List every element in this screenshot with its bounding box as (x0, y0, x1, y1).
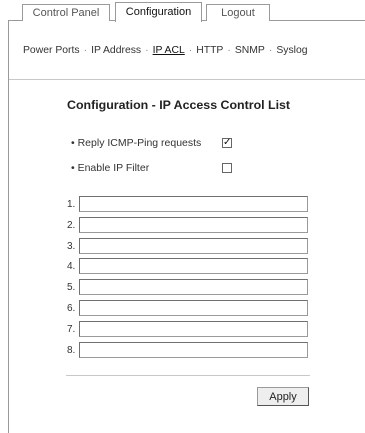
page-title: Configuration - IP Access Control List (67, 98, 291, 112)
enable-ip-filter-label: • Enable IP Filter (71, 162, 150, 174)
nav-syslog[interactable]: Syslog (276, 45, 307, 56)
nav-separator: · (227, 45, 231, 56)
acl-entry-input[interactable] (79, 300, 308, 316)
config-subnav: Power Ports · IP Address · IP ACL · HTTP · SNMP ·… (23, 45, 308, 56)
acl-row-label: 6. (67, 303, 76, 314)
top-divider (9, 79, 365, 80)
acl-row-label: 3. (67, 241, 76, 252)
enable-ip-filter-checkbox[interactable] (222, 163, 232, 173)
acl-entry-input[interactable] (79, 238, 308, 254)
acl-entry-input[interactable] (79, 196, 308, 212)
acl-entry-input[interactable] (79, 342, 308, 358)
nav-ip-acl[interactable]: IP ACL (153, 45, 185, 56)
nav-separator: · (188, 45, 193, 56)
nav-ip-address[interactable]: IP Address (91, 45, 141, 56)
acl-row-label: 2. (67, 220, 76, 231)
reply-icmp-label: • Reply ICMP-Ping requests (71, 137, 202, 149)
tab-configuration[interactable]: Configuration (115, 2, 202, 22)
acl-entry-input[interactable] (79, 279, 308, 295)
bottom-divider (66, 375, 310, 376)
acl-row-label: 8. (67, 345, 76, 356)
tab-control-panel[interactable]: Control Panel (22, 4, 110, 21)
acl-entry-input[interactable] (79, 321, 308, 337)
nav-separator: · (83, 45, 88, 56)
nav-power-ports[interactable]: Power Ports (23, 45, 80, 56)
acl-entry-input[interactable] (79, 217, 308, 233)
tab-logout[interactable]: Logout (206, 4, 270, 21)
acl-row-label: 1. (67, 199, 76, 210)
acl-row-label: 4. (67, 261, 76, 272)
acl-entry-input[interactable] (79, 258, 308, 274)
reply-icmp-checkbox[interactable]: ✓ (222, 138, 232, 148)
nav-separator: · (145, 45, 149, 56)
apply-button[interactable]: Apply (257, 387, 309, 406)
nav-http[interactable]: HTTP (196, 45, 223, 56)
acl-row-label: 7. (67, 324, 76, 335)
acl-row-label: 5. (67, 282, 76, 293)
nav-separator: · (268, 45, 273, 56)
nav-snmp[interactable]: SNMP (235, 45, 265, 56)
